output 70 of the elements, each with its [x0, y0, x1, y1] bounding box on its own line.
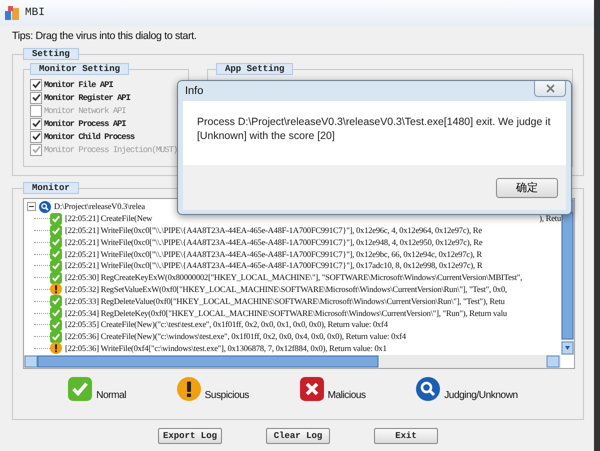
check-icon — [50, 307, 62, 320]
close-button[interactable] — [534, 81, 566, 97]
check-icon — [50, 318, 62, 331]
log-text: [22:05:32] RegSetValueExW(0xf0["HKEY_LOCAL_MACHINE\SOFTWARE\Microsoft\Windows\CurrentVersion\Run\"], "Test", 0x0, — [65, 284, 507, 294]
check-icon — [50, 236, 62, 248]
app-icon — [4, 5, 20, 21]
group-label: Monitor Setting — [30, 63, 130, 75]
log-text: [22:05:35] CreateFile(New)("c:\test\test.exe", 0x1f01ff, 0x2, 0x0, 0x1, 0x0, 0x0), Return value: 0xf4 — [65, 320, 388, 330]
horizontal-scrollbar[interactable] — [24, 355, 561, 368]
log-entry[interactable]: [22:05:36] WriteFile(0xf4["c:\windows\test.exe"], 0x1306878, 7, 0x12f884, 0x0), Return value: 0x1 — [27, 342, 561, 354]
log-entry[interactable]: [22:05:35] CreateFile(New)("c:\test\test.exe", 0x1f01ff, 0x2, 0x0, 0x1, 0x0, 0x0), Return value: 0xf4 — [27, 318, 561, 331]
log-text: [22:05:21] WriteFile(0xc0["\\.\PIPE\{A4A8T23A-44EA-465e-A48F-1A700FC991C7}"], 0x17adc10, 8, 0x12e998, 0x12e97c), R — [65, 261, 482, 270]
log-text: [22:05:36] WriteFile(0xf4["c:\windows\test.exe"], 0x1306878, 7, 0x12f884, 0x0), Return value: 0x1 — [65, 344, 387, 353]
log-entry[interactable]: [22:05:32] RegSetValueExW(0xf0["HKEY_LOCAL_MACHINE\SOFTWARE\Microsoft\Windows\CurrentVersion\Run\"], "Test", 0x0, — [27, 284, 561, 296]
log-text: [22:05:33] RegDeleteValue(0xf0["HKEY_LOCAL_MACHINE\SOFTWARE\Microsoft\Windows\CurrentVersion\Run\"], "Test"), Retu — [65, 296, 505, 306]
check-icon — [50, 295, 62, 308]
dialog-button[interactable]: Clear Log — [266, 428, 330, 444]
group-label: Setting — [23, 48, 79, 60]
log-text: [22:05:36] CreateFile(New)("c:\windows\test.exe", 0x1f01ff, 0x2, 0x0, 0x4, 0x0, 0x0), Return value: 0xf4 — [65, 332, 406, 342]
check-icon — [50, 330, 62, 343]
check-icon — [50, 272, 62, 284]
warning-icon — [50, 342, 62, 354]
ok-button[interactable]: 确定 — [496, 178, 558, 198]
legend-label: Suspicious — [204, 390, 250, 401]
log-entry[interactable]: [22:05:21] WriteFile(0xc0["\\.\PIPE\{A4A8T23A-44EA-465e-A48F-1A700FC991C7}"], 0x12e9bc, 66, 0x12e94c, 0x12e97c), R — [27, 248, 561, 260]
log-text: [22:05:21] CreateFile(New — [65, 214, 152, 224]
checkbox-option[interactable]: Monitor File API — [30, 78, 182, 91]
group-label: App Setting — [216, 63, 294, 75]
dialog-message: Process D:\Project\releaseV0.3\releaseV0.3\Test.exe[1480] exit. We judge it [Unknown] with the score [20] — [197, 115, 552, 143]
log-entry[interactable]: [22:05:21] CreateFile(New ), Retu — [27, 212, 561, 225]
dialog-button[interactable]: Exit — [374, 428, 438, 444]
log-entry[interactable]: [22:05:36] CreateFile(New)("c:\windows\test.exe", 0x1f01ff, 0x2, 0x0, 0x4, 0x0, 0x0), Return value: 0xf4 — [27, 330, 561, 343]
checkbox-option[interactable]: Monitor Register API — [30, 91, 182, 104]
check-icon — [50, 260, 62, 272]
log-text: [22:05:30] RegCreateKeyExW(0x80000002["HKEY_LOCAL_MACHINE\"], "SOFTWARE\Microsoft\Windows\CurrentVersion\MBITest", — [65, 273, 522, 282]
tree-item[interactable]: D:\Project\releaseV0.3\relea — [27, 201, 561, 213]
close-icon — [546, 84, 554, 93]
check-icon — [50, 224, 62, 236]
log-entry[interactable]: [22:05:21] WriteFile(0xc0["\\.\PIPE\{A4A8T23A-44EA-465e-A48F-1A700FC991C7}"], 0x12e96c, 4, 0x12e964, 0x12e97c), Re — [27, 224, 561, 236]
window-title: MBI — [25, 7, 45, 19]
log-text: [22:05:21] WriteFile(0xc0["\\.\PIPE\{A4A8T23A-44EA-465e-A48F-1A700FC991C7}"], 0x12e9bc, 66, 0x12e94c, 0x12e97c), R — [65, 250, 482, 259]
log-entry[interactable]: [22:05:21] WriteFile(0xc0["\\.\PIPE\{A4A8T23A-44EA-465e-A48F-1A700FC991C7}"], 0x17adc10, 8, 0x12e998, 0x12e97c), R — [27, 260, 561, 272]
dialog-button[interactable]: Export Log — [158, 428, 222, 444]
log-path: D:\Project\releaseV0.3\relea — [54, 202, 145, 212]
log-text: ), Retu — [539, 214, 561, 224]
checkbox-option[interactable]: Monitor Process API — [30, 117, 182, 130]
log-entry[interactable]: [22:05:21] WriteFile(0xc0["\\.\PIPE\{A4A8T23A-44EA-465e-A48F-1A700FC991C7}"], 0x12e948, 4, 0x12e950, 0x12e97c), Re — [27, 236, 561, 248]
log-entry[interactable]: [22:05:30] RegCreateKeyExW(0x80000002["HKEY_LOCAL_MACHINE\"], "SOFTWARE\Microsoft\Windows\CurrentVersion\MBITest", — [27, 272, 561, 284]
vertical-scrollbar[interactable] — [561, 199, 574, 355]
check-icon — [50, 248, 62, 260]
legend-label: Malicious — [328, 390, 366, 401]
collapse-icon[interactable] — [27, 202, 36, 212]
legend-label: Judging/Unknown — [444, 390, 518, 401]
tips-text: Tips: Drag the virus into this dialog to start. — [12, 30, 198, 42]
log-entry[interactable]: [22:05:34] RegDeleteKey(0xf0["HKEY_LOCAL_MACHINE\SOFTWARE\Microsoft\Windows\CurrentVersion\"], "Run"), Return valu — [27, 307, 561, 319]
dialog-title: Info — [184, 85, 204, 97]
warning-icon — [176, 377, 201, 401]
log-entry[interactable]: [22:05:33] RegDeleteValue(0xf0["HKEY_LOCAL_MACHINE\SOFTWARE\Microsoft\Windows\CurrentVersion\Run\"], "Test"), Retu — [27, 295, 561, 308]
cross-icon — [300, 377, 324, 401]
log-text: [22:05:21] WriteFile(0xc0["\\.\PIPE\{A4A8T23A-44EA-465e-A48F-1A700FC991C7}"], 0x12e96c, 4, 0x12e964, 0x12e97c), Re — [65, 226, 482, 235]
search-icon — [416, 377, 440, 401]
check-icon — [68, 377, 92, 401]
legend-label: Normal — [96, 390, 126, 401]
group-label: Monitor — [23, 182, 79, 194]
warning-icon — [50, 283, 62, 296]
search-icon — [39, 200, 51, 213]
log-text: [22:05:34] RegDeleteKey(0xf0["HKEY_LOCAL_MACHINE\SOFTWARE\Microsoft\Windows\CurrentVersion\"], "Run"), Return valu — [65, 308, 507, 318]
log-text: [22:05:21] WriteFile(0xc0["\\.\PIPE\{A4A8T23A-44EA-465e-A48F-1A700FC991C7}"], 0x12e948, 4, 0x12e950, 0x12e97c), Re — [65, 238, 482, 247]
checkbox-option[interactable]: Monitor Child Process — [30, 130, 182, 143]
check-icon — [50, 212, 62, 225]
